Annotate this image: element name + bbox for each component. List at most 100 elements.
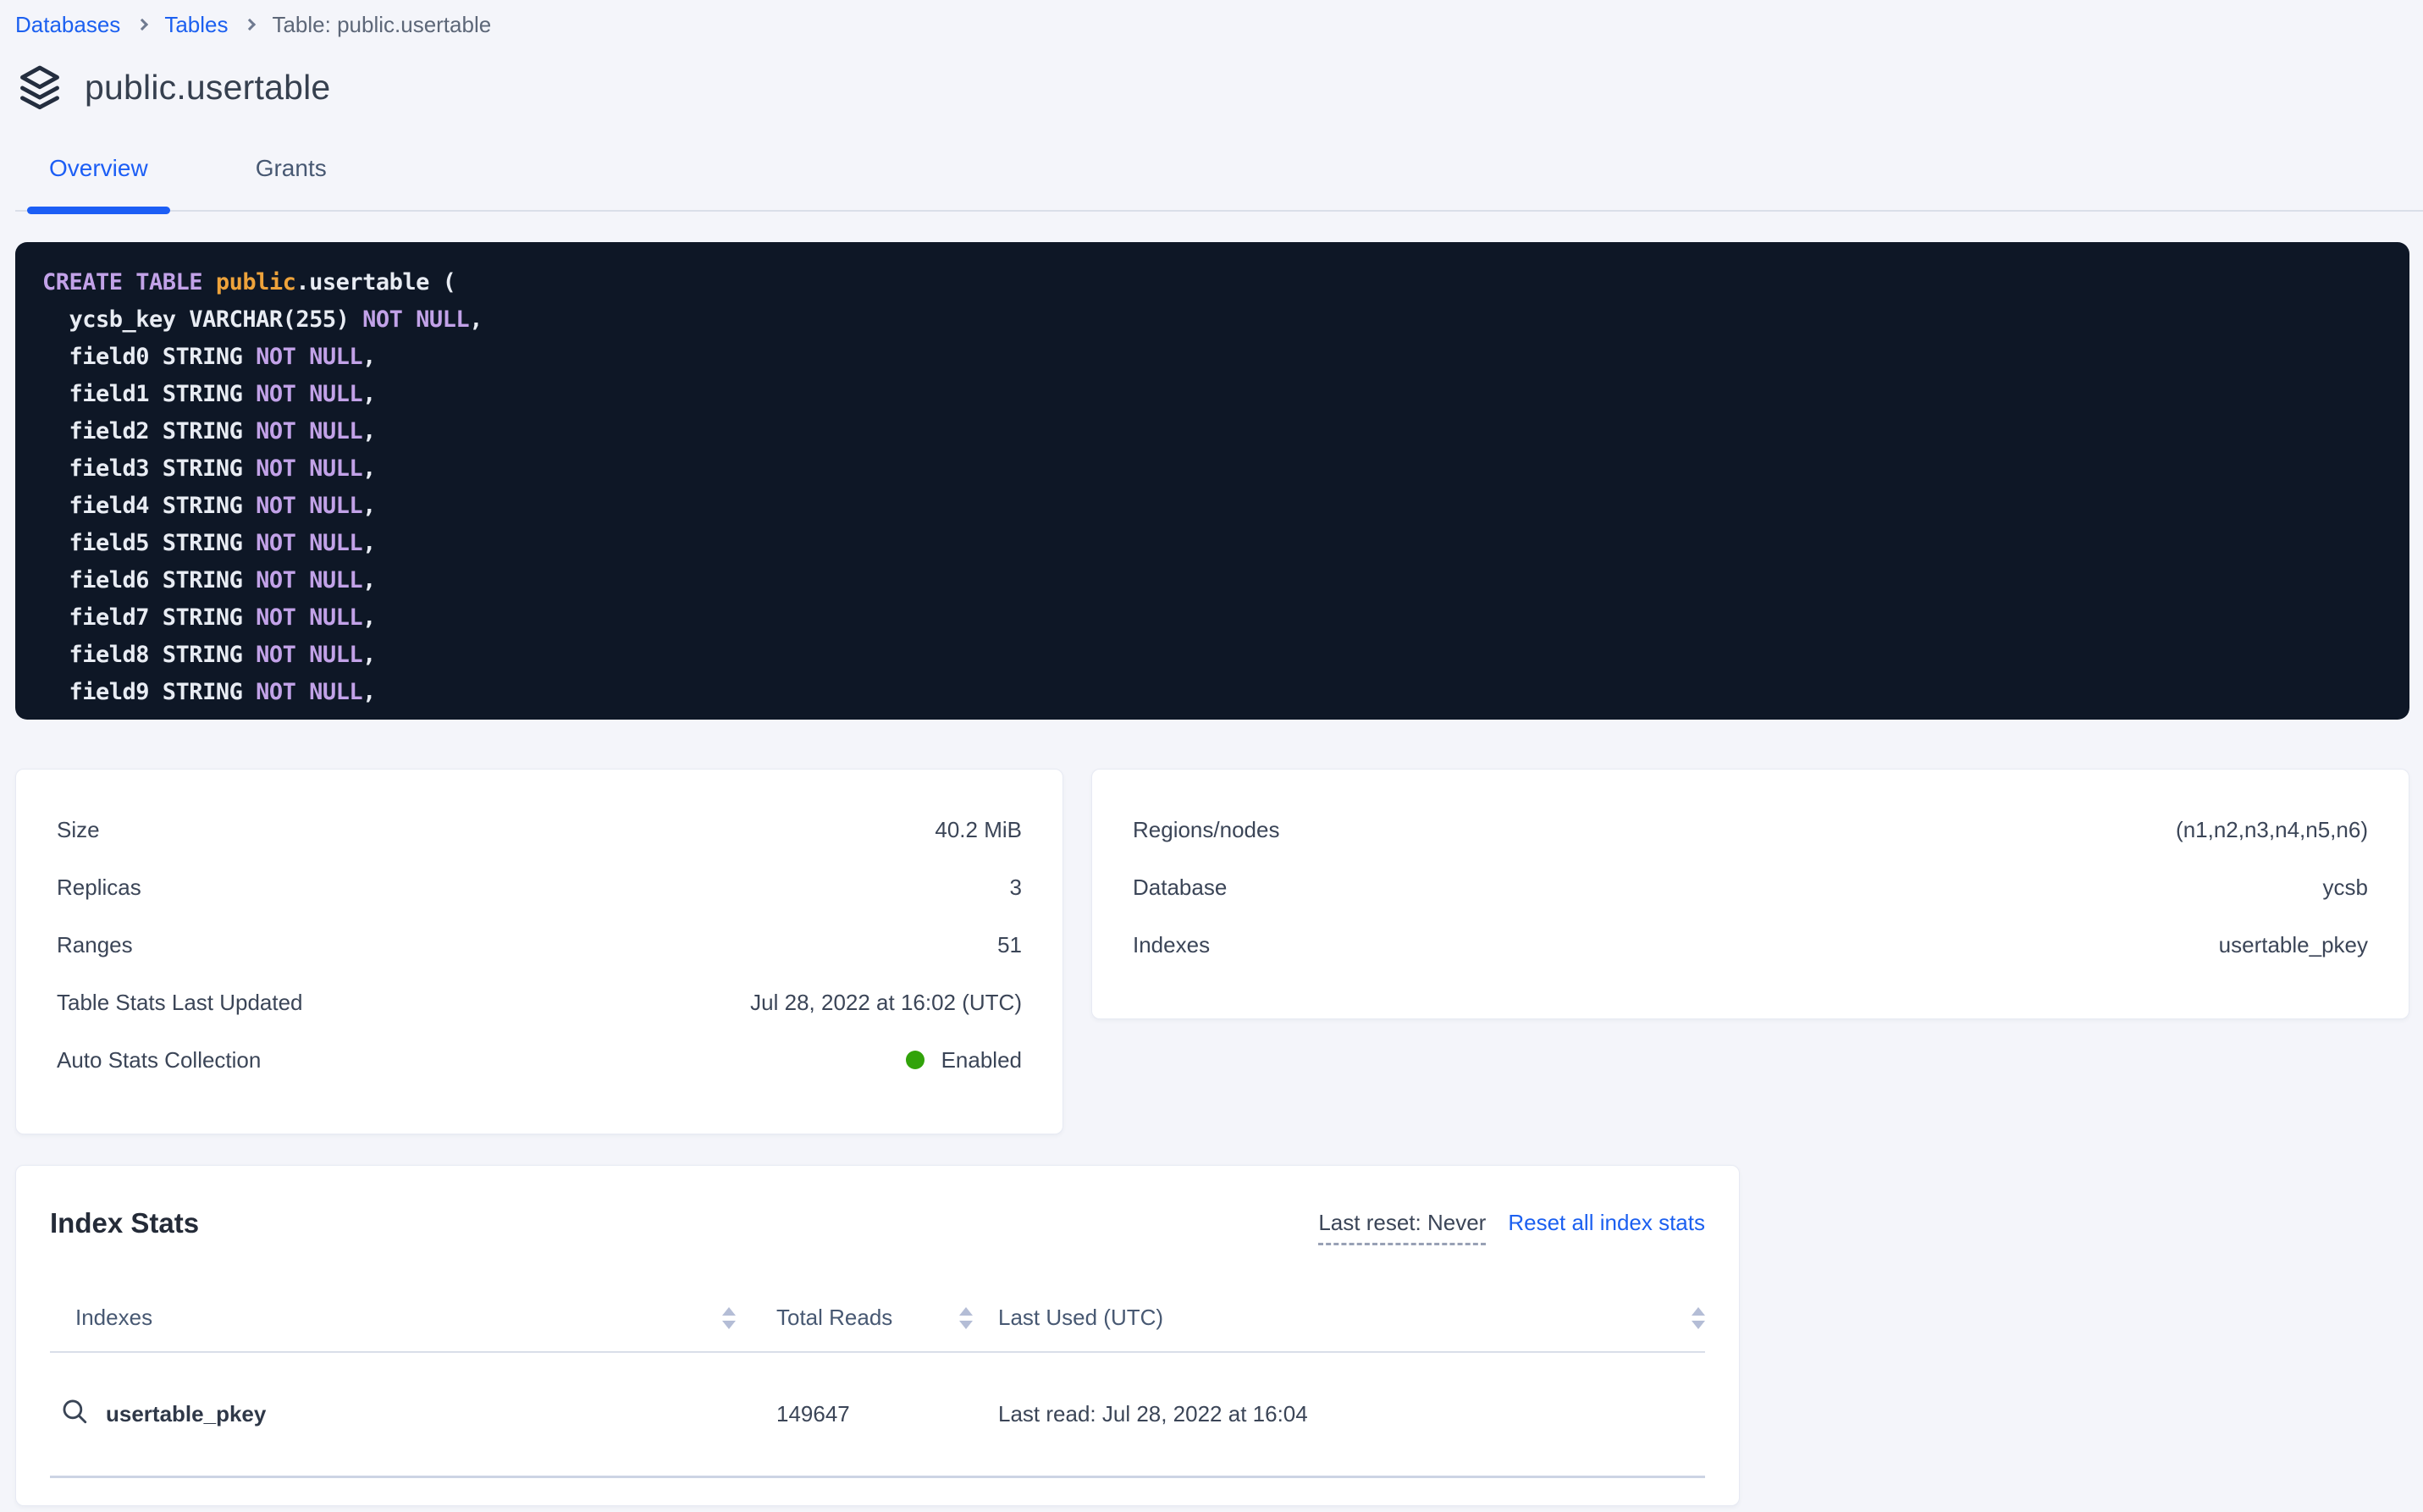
page-header: public.usertable [15, 63, 2409, 112]
overview-cards: Size 40.2 MiB Replicas 3 Ranges 51 Table Stats… [15, 769, 2409, 1134]
sql-token: field9 STRING [42, 679, 256, 705]
status-dot [906, 1051, 924, 1069]
index-stats-header: Index Stats Last reset: Never Reset all … [50, 1206, 1705, 1245]
sql-token: , [362, 567, 376, 593]
index-stats-card: Index Stats Last reset: Never Reset all … [15, 1165, 1740, 1506]
index-stats-actions: Last reset: Never Reset all index stats [1318, 1206, 1705, 1245]
tab-grants[interactable]: Grants [234, 156, 349, 210]
sql-token: ycsb_key VARCHAR(255) [42, 306, 362, 333]
total-reads-cell: 149647 [736, 1401, 973, 1427]
sql-line: field8 STRING NOT NULL, [42, 637, 2389, 674]
page-title: public.usertable [85, 68, 330, 108]
sql-line: field7 STRING NOT NULL, [42, 599, 2389, 637]
sql-line: field0 STRING NOT NULL, [42, 339, 2389, 376]
sql-token: field8 STRING [42, 642, 256, 668]
sql-line: field1 STRING NOT NULL, [42, 376, 2389, 413]
tab-overview[interactable]: Overview [27, 156, 170, 210]
sql-token: NOT NULL [256, 642, 362, 668]
detail-row: Replicas 3 [57, 875, 1022, 900]
layers-icon [15, 63, 64, 112]
index-name: usertable_pkey [106, 1401, 266, 1427]
sql-token: , [362, 493, 376, 519]
sql-token: , [362, 679, 376, 705]
detail-value: 3 [1010, 875, 1022, 900]
breadcrumb-link[interactable]: Databases [15, 12, 120, 37]
magnifier-icon [60, 1397, 89, 1432]
sql-line: field6 STRING NOT NULL, [42, 562, 2389, 599]
column-label: Total Reads [776, 1305, 892, 1331]
sql-line: field9 STRING NOT NULL, [42, 674, 2389, 711]
column-label: Last Used (UTC) [998, 1305, 1163, 1331]
sql-line: field2 STRING NOT NULL, [42, 413, 2389, 450]
detail-row: Regions/nodes (n1,n2,n3,n4,n5,n6) [1133, 817, 2368, 842]
breadcrumb-link[interactable]: Tables [164, 12, 228, 37]
sort-icon [959, 1307, 973, 1329]
detail-value: 40.2 MiB [935, 817, 1022, 842]
column-header-last-used[interactable]: Last Used (UTC) [973, 1305, 1705, 1331]
index-stats-table-header: Indexes Total Reads Last Used (UTC) [50, 1305, 1705, 1353]
sql-token: NOT NULL [256, 455, 362, 482]
detail-row: Databaseycsb [1133, 875, 2368, 900]
detail-value: usertable_pkey [2219, 932, 2368, 957]
sql-token: , [362, 381, 376, 407]
detail-value: 51 [997, 932, 1022, 957]
sql-token: , [362, 530, 376, 556]
sql-token: field6 STRING [42, 567, 256, 593]
column-header-total-reads[interactable]: Total Reads [736, 1305, 973, 1331]
sql-token: field5 STRING [42, 530, 256, 556]
index-stats-table-body: usertable_pkey 149647Last read: Jul 28, 2… [50, 1353, 1705, 1478]
sql-token: .usertable ( [295, 269, 455, 295]
detail-label: Indexes [1133, 932, 1210, 957]
sql-line: field4 STRING NOT NULL, [42, 488, 2389, 525]
detail-value: ycsb [2323, 875, 2368, 900]
sql-token: NOT NULL [362, 306, 469, 333]
detail-value: (n1,n2,n3,n4,n5,n6) [2176, 817, 2368, 842]
reset-index-stats-link[interactable]: Reset all index stats [1508, 1210, 1705, 1235]
detail-label: Regions/nodes [1133, 817, 1279, 842]
breadcrumb: Databases Tables Table: public.usertable [15, 0, 2409, 37]
sort-icon [722, 1307, 736, 1329]
column-header-indexes[interactable]: Indexes [50, 1305, 736, 1331]
sql-token: public [216, 269, 296, 295]
sql-line: field5 STRING NOT NULL, [42, 525, 2389, 562]
chevron-right-icon [136, 19, 148, 30]
last-used-cell: Last read: Jul 28, 2022 at 16:04 [973, 1401, 1705, 1427]
sql-line: ycsb_key VARCHAR(255) NOT NULL, [42, 301, 2389, 339]
sql-code: CREATE TABLE public.usertable ( ycsb_key… [42, 264, 2389, 711]
detail-label: Auto Stats Collection [57, 1047, 261, 1073]
detail-label: Ranges [57, 932, 133, 957]
detail-row: Table Stats Last Updated Jul 28, 2022 at … [57, 990, 1022, 1015]
sql-token: field1 STRING [42, 381, 256, 407]
last-reset-label: Last reset: Never [1318, 1210, 1486, 1245]
detail-label: Size [57, 817, 100, 842]
tab-bar: Overview Grants [15, 156, 2423, 212]
sql-token: field3 STRING [42, 455, 256, 482]
column-label: Indexes [75, 1305, 152, 1331]
index-name-cell[interactable]: usertable_pkey [50, 1397, 736, 1432]
chevron-right-icon [244, 19, 256, 30]
detail-value: Jul 28, 2022 at 16:02 (UTC) [750, 990, 1022, 1015]
sql-token: NOT NULL [256, 381, 362, 407]
detail-row: Size 40.2 MiB [57, 817, 1022, 842]
detail-label: Replicas [57, 875, 141, 900]
detail-value: Enabled [906, 1047, 1022, 1073]
sql-token: , [469, 306, 483, 333]
sql-token: , [362, 418, 376, 444]
detail-label: Table Stats Last Updated [57, 990, 303, 1015]
sql-token: CREATE TABLE [42, 269, 216, 295]
detail-row: Auto Stats Collection Enabled [57, 1047, 1022, 1073]
sql-token: NOT NULL [256, 530, 362, 556]
sql-token: NOT NULL [256, 493, 362, 519]
page-content: Databases Tables Table: public.usertable p… [0, 0, 2423, 1506]
sql-token: , [362, 455, 376, 482]
sql-token: NOT NULL [256, 604, 362, 631]
table-meta-card: Regions/nodes (n1,n2,n3,n4,n5,n6) Database… [1091, 769, 2409, 1019]
sql-token: , [362, 642, 376, 668]
sql-line: field3 STRING NOT NULL, [42, 450, 2389, 488]
breadcrumb-current: Table: public.usertable [272, 12, 491, 37]
sql-token: field7 STRING [42, 604, 256, 631]
sql-token: , [362, 604, 376, 631]
create-table-statement: CREATE TABLE public.usertable ( ycsb_key… [15, 242, 2409, 720]
sql-token: NOT NULL [256, 679, 362, 705]
sql-token: NOT NULL [256, 344, 362, 370]
